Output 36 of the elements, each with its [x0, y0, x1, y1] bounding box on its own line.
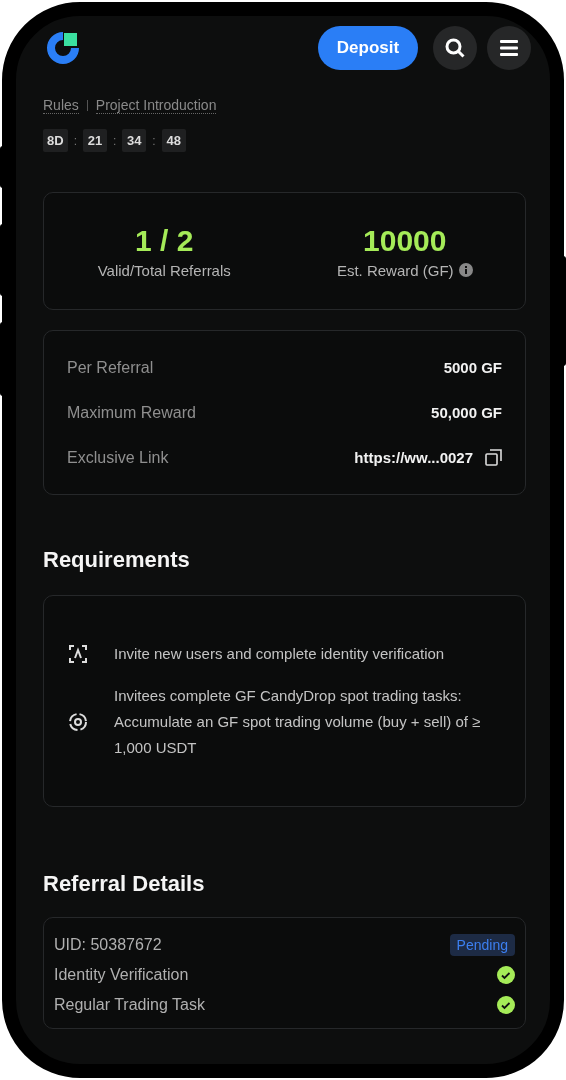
detail-value: 5000 GF	[443, 359, 502, 376]
status-badge: Pending	[449, 934, 515, 956]
countdown-colon: :	[73, 133, 77, 148]
search-icon[interactable]	[444, 37, 466, 59]
target-icon	[68, 712, 88, 732]
countdown-digit: 21	[82, 129, 107, 152]
countdown-colon: :	[152, 133, 156, 148]
info-icon[interactable]	[458, 263, 473, 277]
face-scan-icon	[68, 644, 88, 664]
stat-value: 1 / 2	[135, 223, 194, 258]
countdown-digit: 8D	[43, 129, 68, 152]
detail-value: https://ww...0027	[354, 449, 473, 466]
search-button[interactable]	[433, 26, 477, 70]
menu-button[interactable]	[487, 26, 531, 70]
stat-label: Valid/Total Referrals	[97, 261, 231, 279]
requirement-text: Invite new users and complete identity verification	[114, 644, 445, 664]
countdown-colon: :	[112, 133, 117, 148]
text-link[interactable]: Project Introduction	[95, 97, 217, 114]
section-title: Referral Details	[43, 871, 206, 897]
detail-label: Per Referral	[67, 358, 154, 377]
stat-label: Est. Reward (GF)	[336, 261, 454, 279]
section-title: Requirements	[43, 547, 191, 573]
menu-icon[interactable]	[500, 40, 518, 56]
detail-label: Exclusive Link	[67, 448, 169, 467]
detail-value: 50,000 GF	[431, 404, 502, 421]
task-label: Identity Verification	[54, 966, 189, 984]
countdown-digit: 48	[161, 129, 186, 152]
requirement-text: Invitees complete GF CandyDrop spot trading tasks: Accumulate an GF spot trading volume (buy + sell) of ≥ 1,000 USDT	[114, 686, 482, 758]
stat-value: 10000	[363, 223, 447, 258]
detail-label: Maximum Reward	[67, 403, 196, 422]
text-link[interactable]: Rules	[43, 97, 79, 114]
deposit-button[interactable]: Deposit	[318, 26, 418, 70]
uid-text: UID: 50387672	[54, 936, 162, 954]
countdown-digit: 34	[122, 129, 147, 152]
task-label: Regular Trading Task	[54, 996, 205, 1014]
copy-icon[interactable]	[485, 449, 502, 466]
